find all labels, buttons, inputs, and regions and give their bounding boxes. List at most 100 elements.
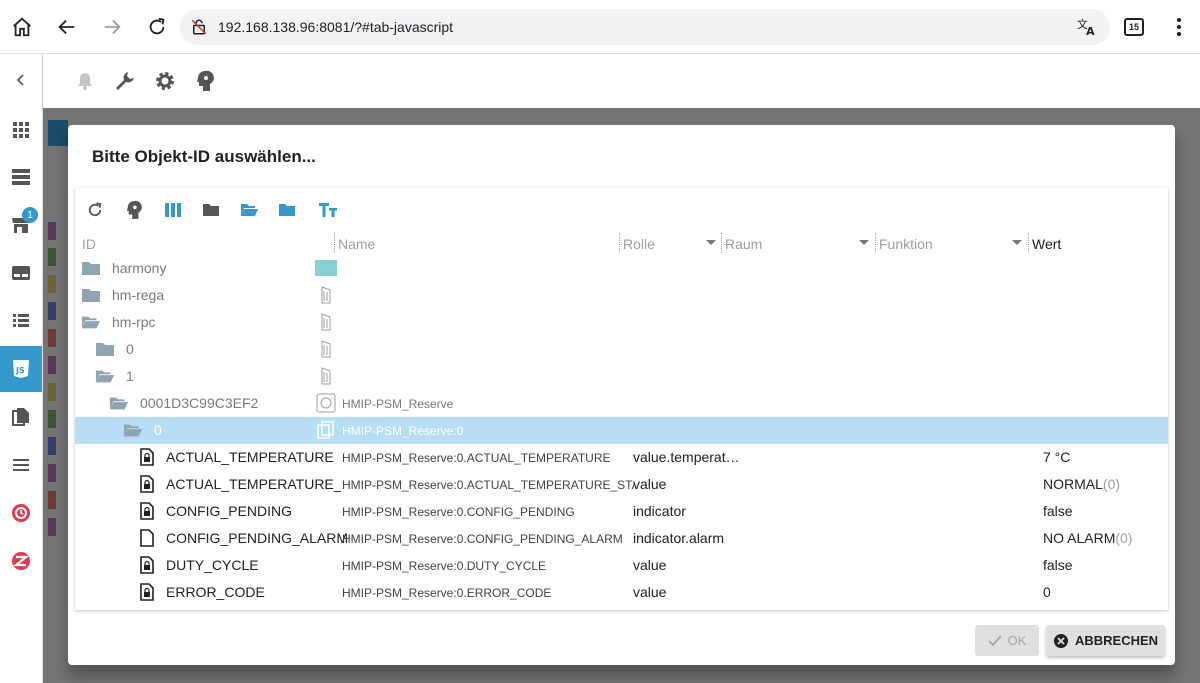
svg-text:JS: JS (15, 366, 25, 375)
folder-icon[interactable] (199, 198, 223, 222)
tree-row[interactable]: hm-rpc (75, 309, 1168, 336)
adapter-image-icon (315, 339, 337, 359)
bell-icon[interactable] (73, 69, 97, 93)
nav-scripts[interactable]: JS (0, 346, 42, 392)
function-filter-dropdown-icon[interactable] (1012, 240, 1022, 245)
nav-backitup[interactable] (0, 490, 42, 536)
state-locked-file-icon (137, 502, 157, 520)
not-secure-icon[interactable] (190, 18, 208, 41)
column-header-name[interactable]: Name (338, 236, 375, 252)
object-value: 7 °C (1043, 449, 1071, 465)
object-value: NORMAL(0) (1043, 476, 1121, 492)
tree-row-selected[interactable]: 0 HMIP-PSM_Reserve:0 (75, 417, 1168, 444)
nav-objects-view[interactable] (0, 250, 42, 296)
nav-files[interactable] (0, 394, 42, 440)
app-toolbar (43, 54, 1200, 108)
object-id: ACTUAL_TEMPERATURE (166, 449, 334, 465)
translate-icon[interactable]: 文A (1076, 17, 1098, 42)
wrench-icon[interactable] (113, 69, 137, 93)
columns-icon[interactable] (161, 198, 185, 222)
object-value: false (1043, 557, 1073, 573)
object-id: ERROR_CODE (166, 584, 265, 600)
state-locked-file-icon (137, 556, 157, 574)
role-filter-dropdown-icon[interactable] (706, 240, 716, 245)
adapter-image-icon (315, 366, 337, 386)
object-id: 0001D3C99C3EF2 (140, 395, 259, 411)
nav-instances[interactable] (0, 154, 42, 200)
tab-switcher-button[interactable]: 15 (1118, 11, 1150, 43)
cancel-label: ABBRECHEN (1074, 633, 1159, 648)
ok-button[interactable]: OK (975, 625, 1039, 656)
reload-icon[interactable] (141, 11, 173, 43)
tree-row[interactable]: ACTUAL_TEMPERATURE HMIP-PSM_Reserve:0.AC… (75, 444, 1168, 471)
column-separator[interactable] (1028, 233, 1029, 253)
expert-mode-icon[interactable] (122, 198, 146, 222)
updates-badge: 1 (22, 207, 38, 223)
object-browser: ID Name Rolle Raum Funktion Wert harmony… (75, 188, 1168, 610)
collapse-all-icon[interactable] (275, 198, 299, 222)
state-locked-file-icon (137, 583, 157, 601)
tree-row[interactable]: 0 (75, 336, 1168, 363)
adapter-image-icon (315, 312, 337, 332)
folder-icon (81, 286, 101, 304)
object-id: harmony (112, 260, 167, 276)
tree-row[interactable]: DUTY_CYCLE HMIP-PSM_Reserve:0.DUTY_CYCLE… (75, 552, 1168, 579)
gear-icon[interactable] (153, 69, 177, 93)
tree-row[interactable]: CONFIG_PENDING_ALARM HMIP-PSM_Reserve:0.… (75, 525, 1168, 552)
object-id: hm-rpc (112, 314, 156, 330)
refresh-icon[interactable] (83, 198, 107, 222)
room-filter-dropdown-icon[interactable] (859, 240, 869, 245)
column-header-room[interactable]: Raum (725, 236, 762, 252)
tree-row[interactable]: 1 (75, 363, 1168, 390)
column-separator[interactable] (619, 233, 620, 253)
view-list-icon (13, 314, 29, 327)
url-text[interactable]: 192.168.138.96:8081/?#tab-javascript (218, 19, 453, 35)
object-role: value (633, 557, 667, 573)
tree-row[interactable]: CONFIG_PENDING HMIP-PSM_Reserve:0.CONFIG… (75, 498, 1168, 525)
address-bar[interactable]: 192.168.138.96:8081/?#tab-javascript 文A (180, 9, 1110, 45)
tree-row[interactable]: hm-rega (75, 282, 1168, 309)
nav-adapters[interactable]: 1 (0, 202, 42, 248)
expert-mode-head-icon[interactable] (193, 69, 217, 93)
object-name: HMIP-PSM_Reserve:0.CONFIG_PENDING (342, 505, 575, 519)
nav-zigbee[interactable] (0, 538, 42, 584)
file-copy-icon (12, 408, 29, 426)
home-icon[interactable] (6, 11, 38, 43)
object-value: NO ALARM(0) (1043, 530, 1133, 546)
tree-row[interactable]: ACTUAL_TEMPERATURE_ST HMIP-PSM_Reserve:0… (75, 471, 1168, 498)
cancel-button[interactable]: ABBRECHEN (1046, 625, 1165, 656)
column-header-function[interactable]: Funktion (879, 236, 933, 252)
object-id: CONFIG_PENDING_ALARM (166, 530, 349, 546)
more-menu-icon[interactable] (1163, 11, 1195, 43)
column-header-id[interactable]: ID (82, 236, 96, 252)
cancel-circle-icon (1053, 633, 1068, 648)
chevron-left-icon (16, 74, 24, 86)
text-size-icon[interactable] (316, 198, 340, 222)
column-separator[interactable] (721, 233, 722, 253)
state-locked-file-icon (137, 448, 157, 466)
column-header-role[interactable]: Rolle (623, 236, 655, 252)
column-separator[interactable] (875, 233, 876, 253)
backup-icon (12, 504, 30, 522)
expand-all-icon[interactable] (237, 198, 261, 222)
object-name: HMIP-PSM_Reserve:0.CONFIG_PENDING_ALARM (342, 532, 623, 546)
column-header-value[interactable]: Wert (1032, 236, 1061, 252)
tree-row[interactable]: 0001D3C99C3EF2 HMIP-PSM_Reserve (75, 390, 1168, 417)
zigbee-icon (12, 552, 30, 570)
tree-row[interactable]: ERROR_CODE HMIP-PSM_Reserve:0.ERROR_CODE… (75, 579, 1168, 606)
tree-row[interactable]: harmony (75, 255, 1168, 282)
object-role: value (633, 584, 667, 600)
object-name: HMIP-PSM_Reserve:0 (342, 424, 464, 438)
nav-intro[interactable] (0, 107, 42, 153)
folder-open-icon (123, 421, 143, 439)
object-id: DUTY_CYCLE (166, 557, 259, 573)
adapter-image-icon (315, 285, 337, 305)
nav-objects[interactable] (0, 298, 42, 344)
folder-open-icon (95, 367, 115, 385)
back-arrow-icon[interactable] (51, 11, 83, 43)
forward-arrow-icon[interactable] (96, 11, 128, 43)
nav-logs[interactable] (0, 442, 42, 488)
column-separator[interactable] (334, 233, 335, 253)
collapse-nav-button[interactable] (0, 57, 42, 103)
object-role: indicator (633, 503, 686, 519)
